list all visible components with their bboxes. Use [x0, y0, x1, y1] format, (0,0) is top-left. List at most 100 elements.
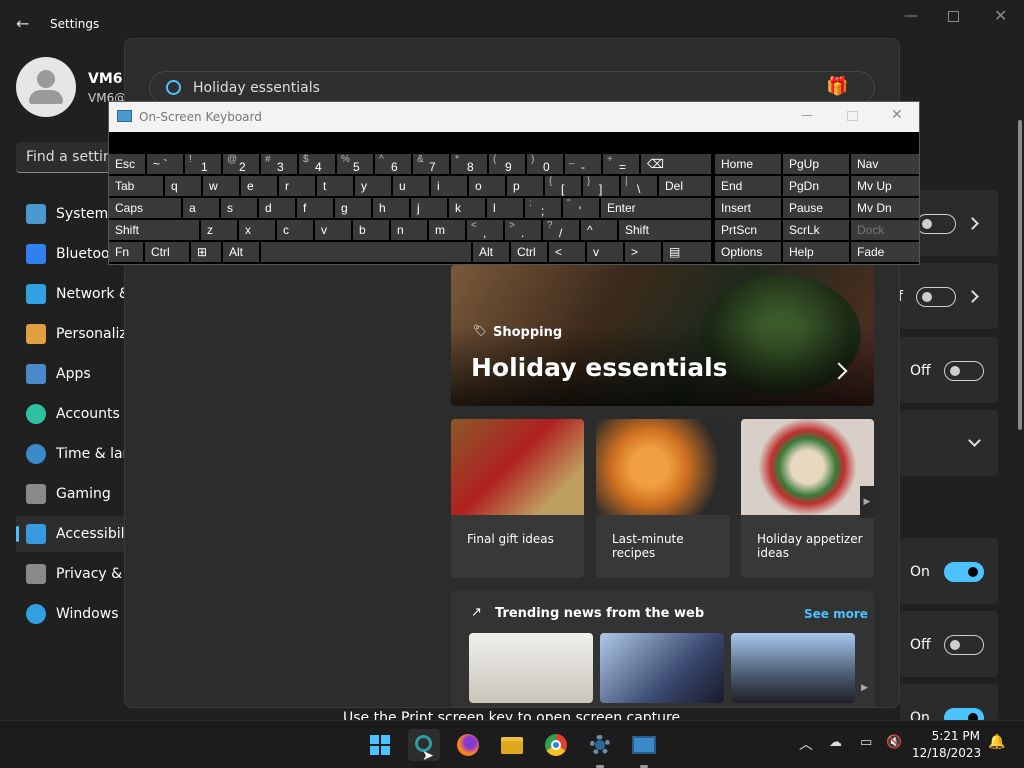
osk-key-3-9[interactable]: >. — [505, 220, 541, 240]
settings-gear-icon[interactable] — [584, 729, 616, 768]
minimize-icon[interactable]: — — [904, 8, 918, 24]
osk-key-0-0[interactable]: Esc — [109, 154, 145, 174]
osk-key-1-13[interactable]: | \ — [621, 176, 657, 196]
osk-nav-key-4-2[interactable]: Fade — [851, 242, 919, 262]
sidebar-item-9[interactable]: Privacy & security — [16, 556, 131, 592]
card-final-gift[interactable]: Final gift ideas — [451, 419, 584, 578]
osk-key-1-7[interactable]: u — [393, 176, 429, 196]
osk-key-0-4[interactable]: #3 — [261, 154, 297, 174]
sidebar-item-4[interactable]: Apps — [16, 356, 131, 392]
osk-key-0-2[interactable]: ! 1 — [185, 154, 221, 174]
osk-key-1-3[interactable]: e — [241, 176, 277, 196]
osk-nav-key-0-1[interactable]: PgUp — [783, 154, 849, 174]
osk-nav-key-3-2[interactable]: Dock — [851, 220, 919, 240]
osk-key-2-8[interactable]: k — [449, 198, 485, 218]
osk-key-1-9[interactable]: o — [469, 176, 505, 196]
osk-key-4-4[interactable] — [261, 242, 471, 262]
setting-card-5[interactable]: On — [900, 538, 998, 604]
osk-key-4-10[interactable]: ▤ — [663, 242, 711, 262]
news-image-1[interactable] — [469, 633, 593, 703]
osk-key-0-8[interactable]: & 7 — [413, 154, 449, 174]
news-image-3[interactable] — [731, 633, 855, 703]
sidebar-item-7[interactable]: Gaming — [16, 476, 131, 512]
osk-key-4-3[interactable]: Alt — [223, 242, 259, 262]
osk-key-3-2[interactable]: x — [239, 220, 275, 240]
osk-nav-key-2-0[interactable]: Insert — [715, 198, 781, 218]
osk-key-0-6[interactable]: % 5 — [337, 154, 373, 174]
scroll-right-icon[interactable]: ▶ — [861, 683, 868, 693]
close-icon[interactable]: ✕ — [994, 6, 1007, 25]
osk-key-2-4[interactable]: f — [297, 198, 333, 218]
osk-key-4-9[interactable]: > — [625, 242, 661, 262]
osk-key-4-5[interactable]: Alt — [473, 242, 509, 262]
osk-key-2-7[interactable]: j — [411, 198, 447, 218]
firefox-icon[interactable] — [452, 729, 484, 761]
toggle-switch-2[interactable] — [916, 287, 956, 307]
osk-key-0-13[interactable]: + = — [603, 154, 639, 174]
clock-time[interactable]: 5:21 PM — [922, 729, 980, 743]
remote-desktop-icon[interactable] — [628, 729, 660, 768]
osk-key-1-0[interactable]: Tab — [109, 176, 163, 196]
network-icon[interactable]: ▭ — [860, 735, 872, 750]
close-icon[interactable]: ✕ — [891, 107, 903, 123]
osk-key-1-10[interactable]: p — [507, 176, 543, 196]
osk-nav-key-1-2[interactable]: Mv Up — [851, 176, 919, 196]
scrollbar[interactable] — [1018, 120, 1022, 430]
osk-nav-key-0-2[interactable]: Nav — [851, 154, 919, 174]
osk-key-0-10[interactable]: (9 — [489, 154, 525, 174]
osk-key-1-4[interactable]: r — [279, 176, 315, 196]
osk-key-0-5[interactable]: $4 — [299, 154, 335, 174]
osk-key-4-7[interactable]: < — [549, 242, 585, 262]
sidebar-item-5[interactable]: Accounts — [16, 396, 131, 432]
sidebar-item-3[interactable]: Personalization — [16, 316, 131, 352]
toggle-switch-3[interactable] — [944, 361, 984, 381]
osk-key-3-1[interactable]: z — [201, 220, 237, 240]
volume-muted-icon[interactable]: 🔇 — [886, 735, 902, 750]
osk-key-1-1[interactable]: q — [165, 176, 201, 196]
osk-key-0-3[interactable]: @2 — [223, 154, 259, 174]
back-icon[interactable]: ← — [16, 14, 29, 33]
sidebar-item-2[interactable]: Network & internet — [16, 276, 131, 312]
osk-key-0-14[interactable]: ⌫ — [641, 154, 711, 174]
osk-key-2-2[interactable]: s — [221, 198, 257, 218]
osk-key-4-6[interactable]: Ctrl — [511, 242, 547, 262]
card-recipes[interactable]: Last-minute recipes — [596, 419, 730, 578]
osk-nav-key-3-1[interactable]: ScrLk — [783, 220, 849, 240]
setting-card-6[interactable]: Off — [900, 611, 998, 677]
osk-key-2-12[interactable]: Enter — [601, 198, 711, 218]
osk-key-2-3[interactable]: d — [259, 198, 295, 218]
windows-start-icon[interactable] — [364, 729, 396, 761]
maximize-icon[interactable] — [847, 111, 858, 121]
osk-key-1-12[interactable]: }] — [583, 176, 619, 196]
osk-key-2-5[interactable]: g — [335, 198, 371, 218]
scroll-right-button[interactable]: ▶ — [860, 486, 874, 518]
search-icon[interactable]: ➤ — [408, 729, 440, 764]
setting-card-2[interactable]: f — [898, 263, 998, 329]
osk-nav-key-1-0[interactable]: End — [715, 176, 781, 196]
setting-card-7[interactable]: On — [900, 684, 998, 728]
onedrive-icon[interactable]: ☁ — [829, 735, 842, 750]
osk-key-3-12[interactable]: Shift — [619, 220, 711, 240]
osk-key-4-0[interactable]: Fn — [109, 242, 143, 262]
osk-key-3-11[interactable]: ^ — [581, 220, 617, 240]
clock-date[interactable]: 12/18/2023 — [912, 746, 981, 760]
osk-key-3-10[interactable]: ? / — [543, 220, 579, 240]
osk-key-3-0[interactable]: Shift — [109, 220, 199, 240]
osk-key-3-7[interactable]: m — [429, 220, 465, 240]
osk-key-0-7[interactable]: ^ 6 — [375, 154, 411, 174]
osk-key-1-2[interactable]: w — [203, 176, 239, 196]
osk-key-3-3[interactable]: c — [277, 220, 313, 240]
minimize-icon[interactable]: — — [801, 108, 813, 122]
osk-nav-key-2-1[interactable]: Pause — [783, 198, 849, 218]
osk-key-0-9[interactable]: * 8 — [451, 154, 487, 174]
news-image-2[interactable] — [600, 633, 724, 703]
osk-key-4-8[interactable]: v — [587, 242, 623, 262]
osk-key-3-6[interactable]: n — [391, 220, 427, 240]
osk-key-2-9[interactable]: l — [487, 198, 523, 218]
osk-key-1-11[interactable]: {[ — [545, 176, 581, 196]
osk-nav-key-2-2[interactable]: Mv Dn — [851, 198, 919, 218]
osk-key-1-14[interactable]: Del — [659, 176, 711, 196]
osk-key-3-8[interactable]: <, — [467, 220, 503, 240]
toggle-switch-5[interactable] — [944, 562, 984, 582]
osk-nav-key-4-0[interactable]: Options — [715, 242, 781, 262]
